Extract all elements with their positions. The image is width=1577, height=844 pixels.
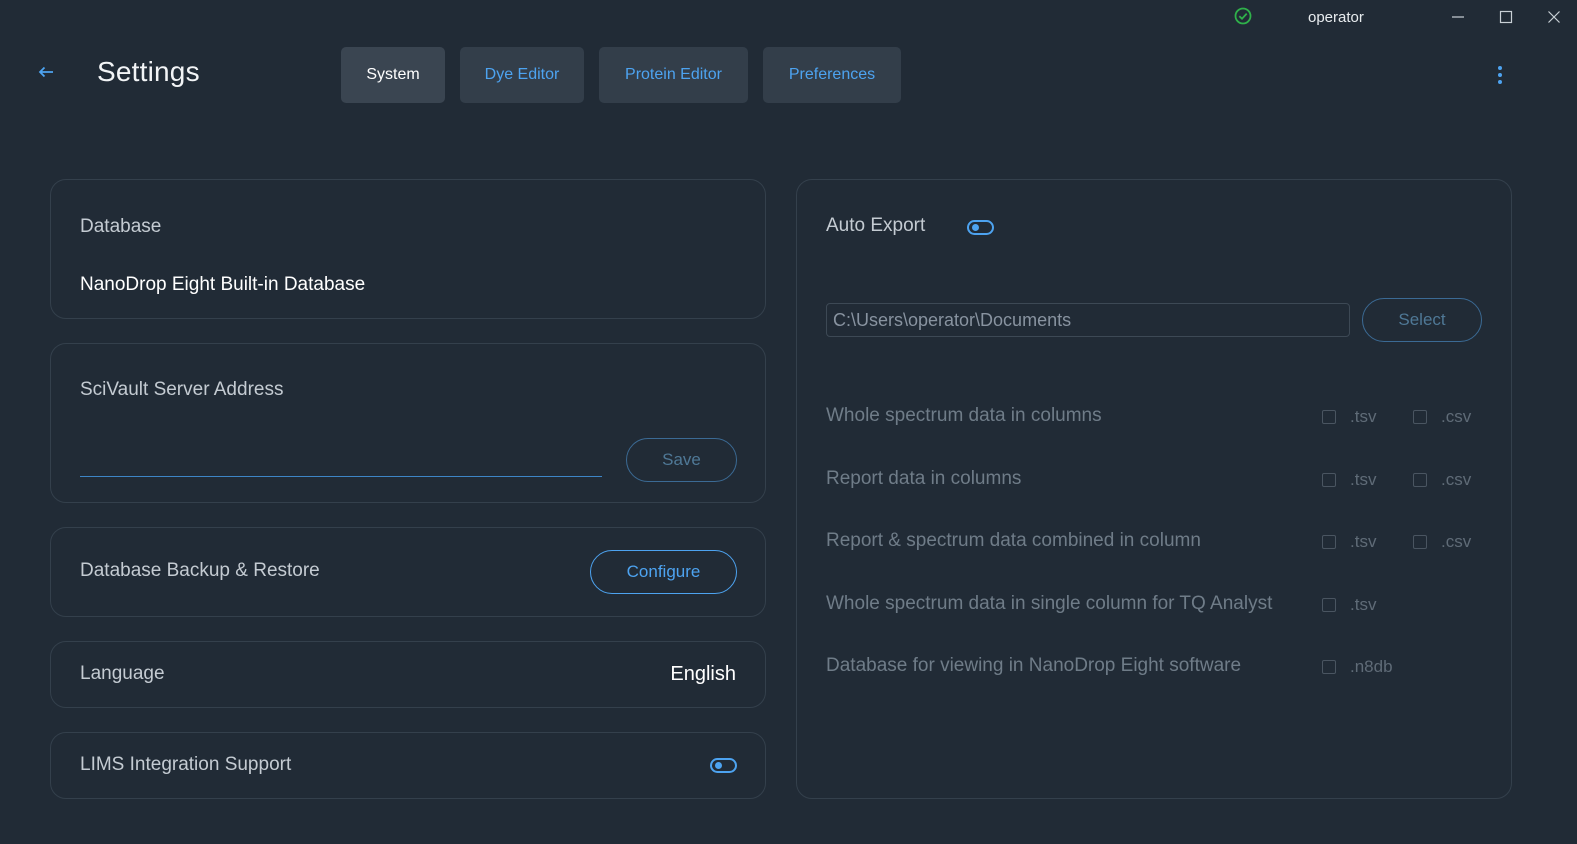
export-row-report-spectrum-combined: Report & spectrum data combined in colum…	[826, 527, 1486, 557]
minimize-icon[interactable]	[1446, 6, 1470, 28]
auto-export-label: Auto Export	[826, 215, 926, 236]
csv-checkbox[interactable]	[1413, 473, 1427, 487]
tsv-checkbox[interactable]	[1322, 473, 1336, 487]
user-name: operator	[1308, 9, 1364, 26]
csv-label: .csv	[1441, 470, 1472, 489]
tab-system[interactable]: System	[341, 47, 445, 103]
tab-preferences[interactable]: Preferences	[763, 47, 901, 103]
tsv-label: .tsv	[1350, 470, 1377, 489]
database-card: Database NanoDrop Eight Built-in Databas…	[50, 179, 766, 319]
csv-checkbox[interactable]	[1413, 535, 1427, 549]
lims-card: LIMS Integration Support	[50, 732, 766, 799]
export-row-label: Whole spectrum data in single column for…	[826, 593, 1273, 614]
auto-export-toggle[interactable]	[967, 220, 994, 235]
export-row-label: Report data in columns	[826, 468, 1022, 489]
language-value[interactable]: English	[670, 663, 736, 686]
scivault-address-input[interactable]	[80, 444, 602, 477]
export-row-label: Report & spectrum data combined in colum…	[826, 530, 1201, 551]
select-folder-button[interactable]: Select	[1362, 298, 1482, 342]
scivault-label: SciVault Server Address	[80, 379, 284, 400]
export-row-report-data: Report data in columns .tsv .csv	[826, 465, 1486, 495]
export-path-input[interactable]	[826, 303, 1350, 337]
backup-card: Database Backup & Restore Configure	[50, 527, 766, 617]
database-label: Database	[80, 216, 162, 237]
tsv-checkbox[interactable]	[1322, 598, 1336, 612]
close-icon[interactable]	[1542, 6, 1566, 28]
page-title: Settings	[97, 56, 200, 87]
export-row-nanodrop-database: Database for viewing in NanoDrop Eight s…	[826, 652, 1486, 682]
export-row-label: Database for viewing in NanoDrop Eight s…	[826, 655, 1242, 676]
tsv-checkbox[interactable]	[1322, 410, 1336, 424]
tab-protein-editor[interactable]: Protein Editor	[599, 47, 748, 103]
csv-label: .csv	[1441, 532, 1472, 551]
scivault-card: SciVault Server Address Save	[50, 343, 766, 503]
connected-status-icon	[1234, 7, 1252, 25]
configure-button[interactable]: Configure	[590, 550, 737, 594]
csv-checkbox[interactable]	[1413, 410, 1427, 424]
n8db-label: .n8db	[1350, 657, 1393, 676]
more-options-icon[interactable]	[1490, 63, 1510, 87]
export-row-label: Whole spectrum data in columns	[826, 405, 1102, 426]
n8db-checkbox[interactable]	[1322, 660, 1336, 674]
database-value: NanoDrop Eight Built-in Database	[80, 274, 366, 295]
tsv-label: .tsv	[1350, 407, 1377, 426]
language-label: Language	[80, 663, 165, 684]
tsv-checkbox[interactable]	[1322, 535, 1336, 549]
lims-label: LIMS Integration Support	[80, 754, 292, 775]
save-button[interactable]: Save	[626, 438, 737, 482]
tab-dye-editor[interactable]: Dye Editor	[460, 47, 584, 103]
maximize-icon[interactable]	[1494, 6, 1518, 28]
language-card: Language English	[50, 641, 766, 708]
tsv-label: .tsv	[1350, 532, 1377, 551]
tsv-label: .tsv	[1350, 595, 1377, 614]
back-arrow-icon[interactable]	[34, 60, 58, 84]
csv-label: .csv	[1441, 407, 1472, 426]
tab-bar: System Dye Editor Protein Editor Prefere…	[341, 47, 901, 103]
backup-label: Database Backup & Restore	[80, 560, 320, 581]
export-row-tq-analyst: Whole spectrum data in single column for…	[826, 590, 1486, 620]
export-row-whole-spectrum: Whole spectrum data in columns .tsv .csv	[826, 402, 1486, 432]
lims-toggle[interactable]	[710, 758, 737, 773]
